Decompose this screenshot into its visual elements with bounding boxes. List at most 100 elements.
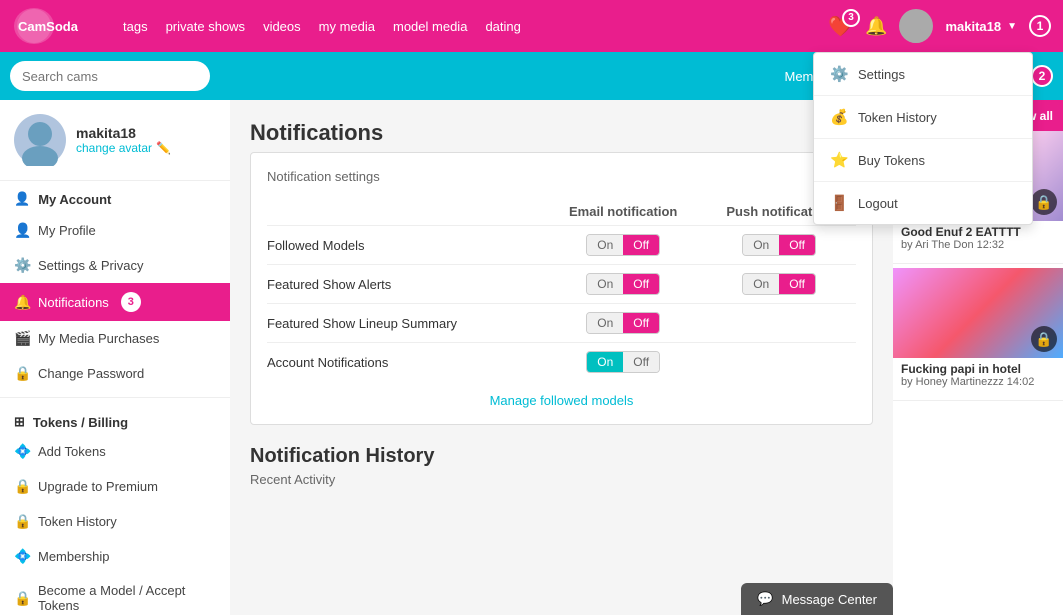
favorites-button[interactable]: ❤️ 3 — [828, 14, 853, 39]
token-history-icon: 💰 — [830, 108, 848, 126]
followed-models-push-toggle[interactable]: On Off — [742, 234, 816, 256]
favorites-badge: 3 — [842, 9, 860, 27]
sidebar-item-add-tokens[interactable]: 💠 Add Tokens — [0, 434, 230, 469]
logo[interactable]: CamSoda — [12, 7, 107, 45]
push-off-btn[interactable]: Off — [779, 274, 815, 294]
sidebar-user: makita18 change avatar ✏️ — [0, 100, 230, 181]
lock2-icon: 🔒 — [14, 478, 30, 495]
gear-icon: ⚙️ — [830, 65, 848, 83]
avatar — [14, 114, 66, 166]
sidebar-item-change-password[interactable]: 🔒 Change Password — [0, 356, 230, 391]
sidebar-membership-label: Membership — [38, 549, 110, 564]
sidebar-media-label: My Media Purchases — [38, 331, 159, 346]
sidebar-item-become-model[interactable]: 🔒 Become a Model / Accept Tokens — [0, 574, 230, 615]
page-title: Notifications — [250, 120, 873, 146]
followed-models-email-toggle[interactable]: On Off — [586, 234, 660, 256]
nav-tags[interactable]: tags — [123, 19, 148, 34]
sidebar-item-notifications[interactable]: 🔔 Notifications 3 — [0, 283, 230, 321]
nav-videos[interactable]: videos — [263, 19, 301, 34]
lock-icon: 🔒 — [14, 365, 30, 382]
search-input[interactable] — [10, 61, 210, 91]
main-nav: tags private shows videos my media model… — [123, 19, 521, 34]
change-avatar-link[interactable]: change avatar — [76, 141, 152, 155]
email-off-btn[interactable]: Off — [623, 313, 659, 333]
push-off-btn[interactable]: Off — [779, 235, 815, 255]
membership-icon: 💠 — [14, 548, 30, 565]
email-off-btn[interactable]: Off — [623, 352, 659, 372]
sidebar-password-label: Change Password — [38, 366, 144, 381]
sidebar-become-model-label: Become a Model / Accept Tokens — [38, 583, 216, 613]
sidebar-profile-label: My Profile — [38, 223, 96, 238]
featured-lineup-label: Featured Show Lineup Summary — [267, 304, 544, 343]
svg-text:CamSoda: CamSoda — [18, 19, 79, 34]
sidebar-item-upgrade-premium[interactable]: 🔒 Upgrade to Premium — [0, 469, 230, 504]
person-icon: 👤 — [14, 191, 30, 207]
featured-alerts-email-toggle[interactable]: On Off — [586, 273, 660, 295]
table-row: Featured Show Alerts On Off On Off — [267, 265, 856, 304]
featured-lineup-email-toggle[interactable]: On Off — [586, 312, 660, 334]
email-off-btn[interactable]: Off — [623, 274, 659, 294]
message-center[interactable]: 💬 Message Center — [741, 583, 893, 615]
dropdown-buy-tokens[interactable]: ⭐ Buy Tokens — [814, 139, 1032, 182]
followed-models-label: Followed Models — [267, 226, 544, 265]
dropdown-settings-label: Settings — [858, 67, 905, 82]
user-menu-button[interactable]: makita18 ▼ — [945, 19, 1017, 34]
sidebar-settings-label: Settings & Privacy — [38, 258, 144, 273]
clip-author-1: by Ari The Don 12:32 — [901, 239, 1055, 251]
step2-badge: 2 — [1031, 65, 1053, 87]
clip-card-2: 🔒 Fucking papi in hotel by Honey Martine… — [893, 268, 1063, 401]
dropdown-token-history-label: Token History — [858, 110, 937, 125]
sidebar-item-token-history[interactable]: 🔒 Token History — [0, 504, 230, 539]
clip-thumbnail-2[interactable]: 🔒 — [893, 268, 1063, 358]
clip-info-2: Fucking papi in hotel by Honey Martinezz… — [893, 358, 1063, 392]
sidebar-add-tokens-label: Add Tokens — [38, 444, 106, 459]
table-row: Account Notifications On Off — [267, 343, 856, 382]
email-on-btn[interactable]: On — [587, 274, 623, 294]
push-on-btn[interactable]: On — [743, 274, 779, 294]
email-on-btn[interactable]: On — [587, 352, 623, 372]
manage-followed-models-link[interactable]: Manage followed models — [267, 393, 856, 408]
tokens-billing-section: ⊞ Tokens / Billing — [0, 404, 230, 434]
sidebar-item-media-purchases[interactable]: 🎬 My Media Purchases — [0, 321, 230, 356]
dropdown-logout[interactable]: 🚪 Logout — [814, 182, 1032, 224]
account-notif-email-toggle[interactable]: On Off — [586, 351, 660, 373]
sidebar-item-settings-privacy[interactable]: ⚙️ Settings & Privacy — [0, 248, 230, 283]
notification-settings-box: Notification settings Email notification… — [250, 152, 873, 425]
notification-history-title: Notification History — [250, 445, 873, 468]
lock-icon-2: 🔒 — [1031, 326, 1057, 352]
sidebar-item-my-profile[interactable]: 👤 My Profile — [0, 213, 230, 248]
main-content: Notifications Notification settings Emai… — [230, 100, 893, 615]
push-on-btn[interactable]: On — [743, 235, 779, 255]
nav-dating[interactable]: dating — [485, 19, 520, 34]
featured-show-alerts-label: Featured Show Alerts — [267, 265, 544, 304]
dropdown-settings[interactable]: ⚙️ Settings — [814, 53, 1032, 96]
dropdown-token-history[interactable]: 💰 Token History — [814, 96, 1032, 139]
dropdown-logout-label: Logout — [858, 196, 898, 211]
model-icon: 🔒 — [14, 590, 30, 607]
nav-private-shows[interactable]: private shows — [166, 19, 245, 34]
email-on-btn[interactable]: On — [587, 235, 623, 255]
table-row: Featured Show Lineup Summary On Off — [267, 304, 856, 343]
avatar — [899, 9, 933, 43]
my-account-section: 👤 My Account — [0, 181, 230, 213]
nav-my-media[interactable]: my media — [319, 19, 375, 34]
sidebar-notifications-label: Notifications — [38, 295, 109, 310]
table-row: Followed Models On Off On Off — [267, 226, 856, 265]
clip-info-1: Good Enuf 2 EATTTT by Ari The Don 12:32 — [893, 221, 1063, 255]
sidebar-item-membership[interactable]: 💠 Membership — [0, 539, 230, 574]
message-icon: 💬 — [757, 591, 773, 607]
logout-icon: 🚪 — [830, 194, 848, 212]
message-center-label: Message Center — [782, 592, 877, 607]
sidebar-upgrade-label: Upgrade to Premium — [38, 479, 158, 494]
email-on-btn[interactable]: On — [587, 313, 623, 333]
nav-model-media[interactable]: model media — [393, 19, 467, 34]
email-off-btn[interactable]: Off — [623, 235, 659, 255]
step1-badge: 1 — [1029, 15, 1051, 37]
notifications-bell-button[interactable]: 🔔 — [865, 16, 887, 37]
clip-title-2: Fucking papi in hotel — [901, 362, 1055, 376]
featured-alerts-push-toggle[interactable]: On Off — [742, 273, 816, 295]
dropdown-buy-tokens-label: Buy Tokens — [858, 153, 925, 168]
username-label: makita18 — [945, 19, 1001, 34]
lock-icon: 🔒 — [1031, 189, 1057, 215]
edit-icon: ✏️ — [156, 141, 171, 155]
